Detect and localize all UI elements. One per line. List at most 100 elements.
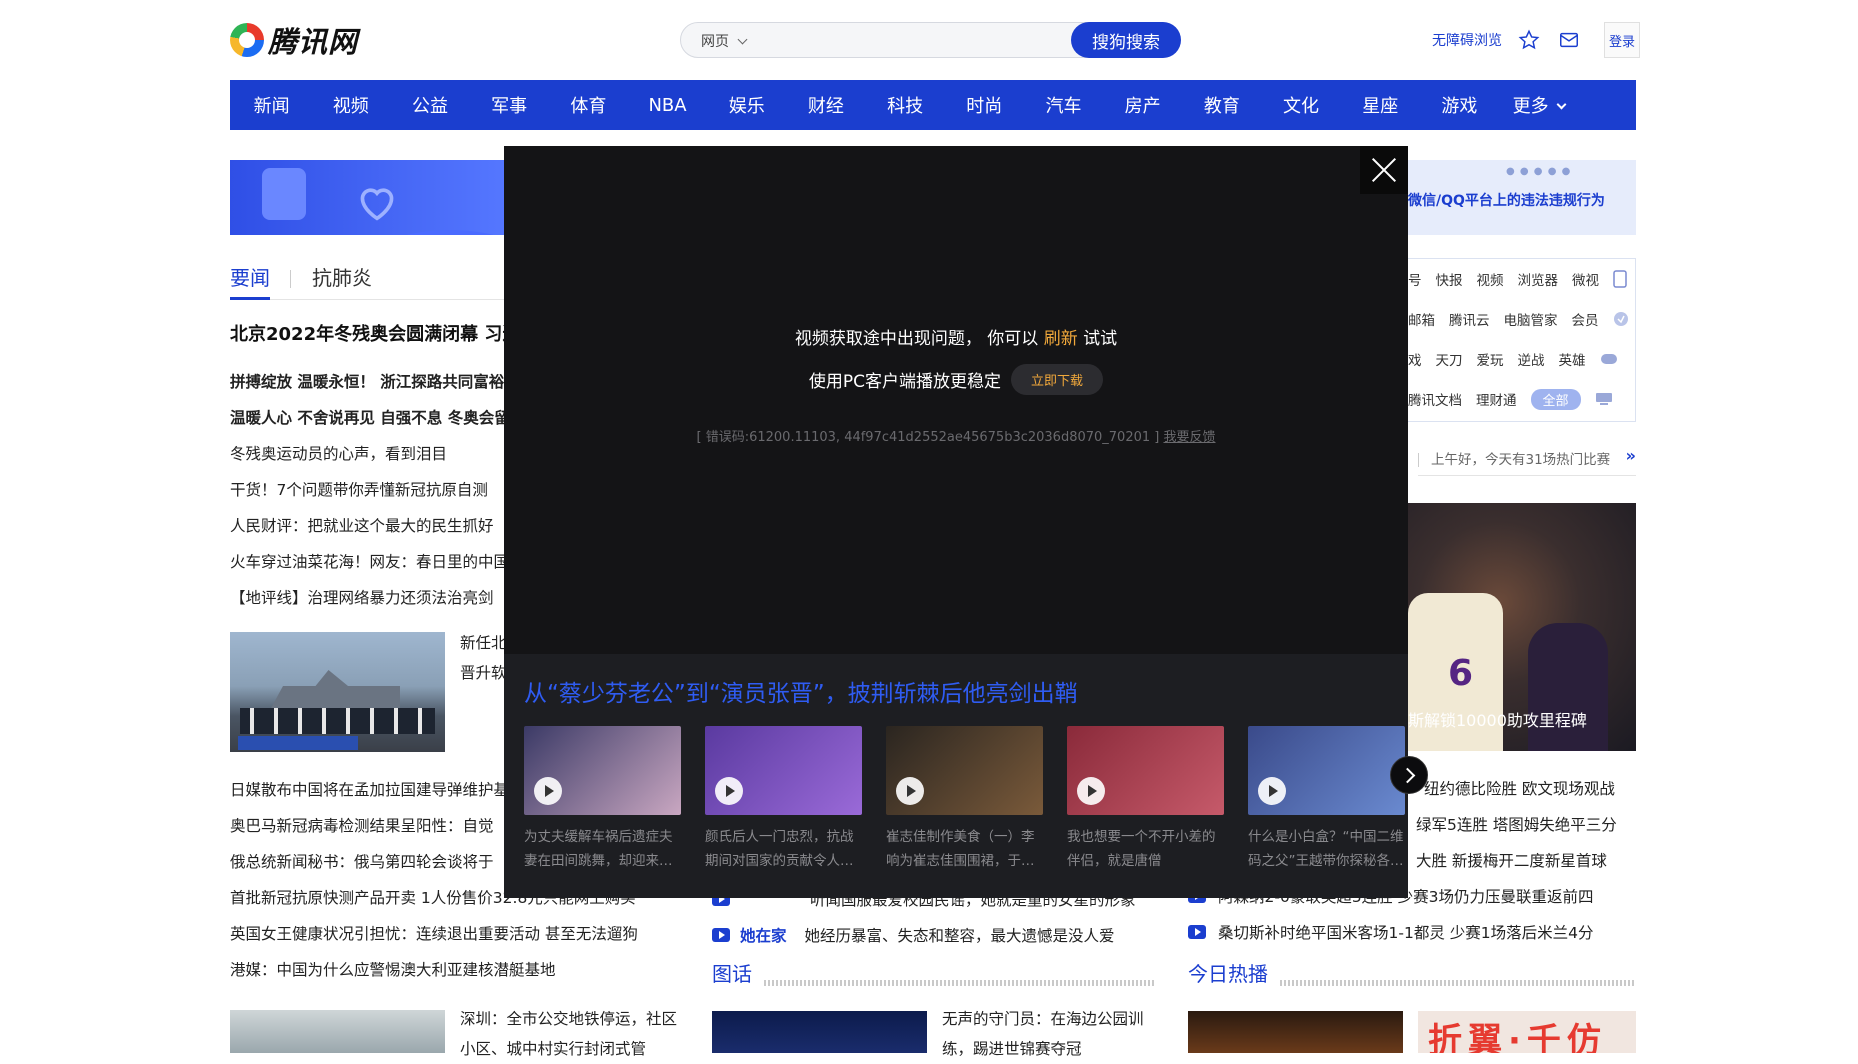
service-link[interactable]: 戏 <box>1408 349 1422 369</box>
navy-news-caption[interactable]: 新任北 晋升软 <box>460 628 506 688</box>
recommendation-card[interactable]: 颜氏后人一门忠烈，抗战期间对国家的贡献令人… <box>705 726 862 873</box>
hot-thumbnail[interactable]: 折翼·千仿 <box>1418 1011 1636 1053</box>
refresh-link[interactable]: 刷新 <box>1044 329 1078 349</box>
search-input[interactable] <box>771 27 1045 55</box>
nav-item-tech[interactable]: 科技 <box>866 92 945 118</box>
video-thumbnail[interactable] <box>1248 726 1405 815</box>
service-link[interactable]: 逆战 <box>1518 349 1545 369</box>
service-link[interactable]: 微视 <box>1572 269 1599 289</box>
nav-item-more[interactable]: 更多 <box>1499 92 1578 118</box>
recommendation-card[interactable]: 我也想要一个不开小差的伴侣，就是唐僧 <box>1067 726 1224 873</box>
video-thumbnail[interactable] <box>705 726 862 815</box>
play-icon[interactable] <box>1077 777 1105 805</box>
phone-icon[interactable] <box>1613 270 1627 288</box>
mail-icon[interactable] <box>1556 27 1582 53</box>
news-item[interactable]: 拼搏绽放 温暖永恒！ 浙江探路共同富裕 <box>230 364 506 400</box>
service-link[interactable]: 电脑管家 <box>1504 309 1558 329</box>
recommendation-title: 什么是小白盒？“中国二维码之父”王越带你探秘各… <box>1248 829 1404 869</box>
shenzhen-news-link[interactable]: 深圳：全市公交地铁停运，社区小区、城中村实行封闭式管 <box>460 1004 680 1064</box>
video-thumbnail[interactable] <box>524 726 681 815</box>
nav-item-charity[interactable]: 公益 <box>390 92 469 118</box>
video-thumbnail[interactable] <box>886 726 1043 815</box>
nav-item-games[interactable]: 游戏 <box>1420 92 1499 118</box>
all-services-button[interactable]: 全部 <box>1530 388 1581 410</box>
accessibility-link[interactable]: 无障碍浏览 <box>1432 30 1502 50</box>
service-link[interactable]: 快报 <box>1436 269 1463 289</box>
nav-item-military[interactable]: 军事 <box>470 92 549 118</box>
service-link[interactable]: 腾讯云 <box>1449 309 1490 329</box>
client-prompt: 使用PC客户端播放更稳定 立即下载 <box>504 364 1408 395</box>
news-item[interactable]: 英国女王健康状况引担忧：连续退出重要活动 甚至无法遛狗 <box>230 916 710 952</box>
news-item[interactable]: 冬残奥运动员的心声，看到泪目 <box>230 436 506 472</box>
play-icon[interactable] <box>1258 777 1286 805</box>
news-item[interactable]: 人民财评：把就业这个最大的民生抓好 <box>230 508 506 544</box>
recommendation-card[interactable]: 为丈夫缓解车祸后遗症夫妻在田间跳舞，却迎来… <box>524 726 681 873</box>
video-news-row[interactable]: 她在家 她经历暴富、失态和整容，最大遗憾是没人爱 <box>712 920 1152 950</box>
main-nav: 新闻 视频 公益 军事 体育 NBA 娱乐 财经 科技 时尚 汽车 房产 教育 … <box>230 80 1636 130</box>
search-button[interactable]: 搜狗搜索 <box>1071 22 1181 58</box>
star-icon[interactable] <box>1516 27 1542 53</box>
video-thumbnail[interactable] <box>1067 726 1224 815</box>
gamepad-icon[interactable] <box>1600 352 1618 366</box>
feedback-link[interactable]: 我要反馈 <box>1163 430 1215 445</box>
nav-item-finance[interactable]: 财经 <box>786 92 865 118</box>
news-item[interactable]: 干货！7个问题带你弄懂新冠抗原自测 <box>230 472 506 508</box>
hot-thumbnail[interactable] <box>1188 1011 1403 1053</box>
recommendation-card[interactable]: 什么是小白盒？“中国二维码之父”王越带你探秘各… <box>1248 726 1405 873</box>
service-link[interactable]: 理财通 <box>1476 389 1517 409</box>
service-link[interactable]: 邮箱 <box>1408 309 1435 329</box>
section-title-hot[interactable]: 今日热播 <box>1188 958 1268 987</box>
play-icon[interactable] <box>896 777 924 805</box>
tab-anti-pneumonia[interactable]: 抗肺炎 <box>312 262 372 291</box>
section-title-tuhua[interactable]: 图话 <box>712 958 752 987</box>
shenzhen-news-thumbnail[interactable] <box>230 1010 445 1053</box>
promo-banner[interactable] <box>230 160 506 235</box>
service-link[interactable]: 腾讯文档 <box>1408 389 1462 409</box>
nav-item-ent[interactable]: 娱乐 <box>707 92 786 118</box>
service-link[interactable]: 爱玩 <box>1477 349 1504 369</box>
vip-icon[interactable] <box>1613 311 1629 327</box>
headline-link[interactable]: 北京2022年冬残奥会圆满闭幕 习近 <box>230 320 506 346</box>
error-text: 视频获取途中出现问题， 你可以 <box>794 329 1044 349</box>
close-icon[interactable] <box>1360 146 1408 194</box>
service-link[interactable]: 浏览器 <box>1518 269 1559 289</box>
news-item[interactable]: 温暖人心 不舍说再见 自强不息 冬奥会留 <box>230 400 506 436</box>
news-item[interactable]: 【地评线】治理网络暴力还须法治亮剑 <box>230 580 506 616</box>
service-link[interactable]: 号 <box>1408 269 1422 289</box>
nav-item-culture[interactable]: 文化 <box>1261 92 1340 118</box>
nba-feature-image[interactable]: 6 斯解锁10000助攻里程碑 <box>1408 503 1636 751</box>
sports-news-item[interactable]: 桑切斯补时绝平国米客场1-1都灵 少赛1场落后米兰4分 <box>1188 914 1636 950</box>
tab-top-news[interactable]: 要闻 <box>230 262 270 300</box>
service-link[interactable]: 英雄 <box>1559 349 1586 369</box>
news-item[interactable]: 港媒：中国为什么应警惕澳大利亚建核潜艇基地 <box>230 952 710 988</box>
recommendation-card[interactable]: 崔志佳制作美食（一）李响为崔志佳围围裙，于… <box>886 726 1043 873</box>
report-banner[interactable]: ● ● ● ● ● 微信/QQ平台上的违法违规行为 <box>1408 160 1636 235</box>
tuhua-thumbnail[interactable] <box>712 1011 927 1053</box>
nav-item-house[interactable]: 房产 <box>1103 92 1182 118</box>
download-button[interactable]: 立即下载 <box>1011 364 1104 395</box>
play-icon[interactable] <box>534 777 562 805</box>
service-link[interactable]: 视频 <box>1477 269 1504 289</box>
nav-item-astro[interactable]: 星座 <box>1341 92 1420 118</box>
greeting-bar[interactable]: 上午好，今天有31场热门比赛 » <box>1418 446 1636 476</box>
nav-item-sports[interactable]: 体育 <box>549 92 628 118</box>
navy-news-thumbnail[interactable] <box>230 632 445 752</box>
nav-item-news[interactable]: 新闻 <box>232 92 311 118</box>
service-link[interactable]: 天刀 <box>1436 349 1463 369</box>
nav-item-nba[interactable]: NBA <box>628 95 707 116</box>
nav-item-auto[interactable]: 汽车 <box>1024 92 1103 118</box>
service-link[interactable]: 会员 <box>1572 309 1599 329</box>
tuhua-link[interactable]: 无声的守门员：在海边公园训练，踢进世锦赛夺冠 <box>942 1004 1162 1064</box>
news-item[interactable]: 火车穿过油菜花海！网友：春日里的中国 <box>230 544 506 580</box>
tencent-logo[interactable]: 腾讯网 <box>230 22 358 59</box>
login-button[interactable]: 登录 <box>1604 22 1640 58</box>
nav-item-edu[interactable]: 教育 <box>1182 92 1261 118</box>
nav-item-video[interactable]: 视频 <box>311 92 390 118</box>
search-type-select[interactable]: 网页 <box>701 31 748 51</box>
chevron-right-icon[interactable] <box>1390 756 1428 794</box>
desktop-icon[interactable] <box>1595 392 1613 406</box>
report-banner-text: 微信/QQ平台上的违法违规行为 <box>1408 193 1605 209</box>
play-icon[interactable] <box>715 777 743 805</box>
recommendations-title[interactable]: 从“蔡少芬老公”到“演员张晋”，披荆斩棘后他亮剑出鞘 <box>524 674 1078 708</box>
nav-item-fashion[interactable]: 时尚 <box>945 92 1024 118</box>
